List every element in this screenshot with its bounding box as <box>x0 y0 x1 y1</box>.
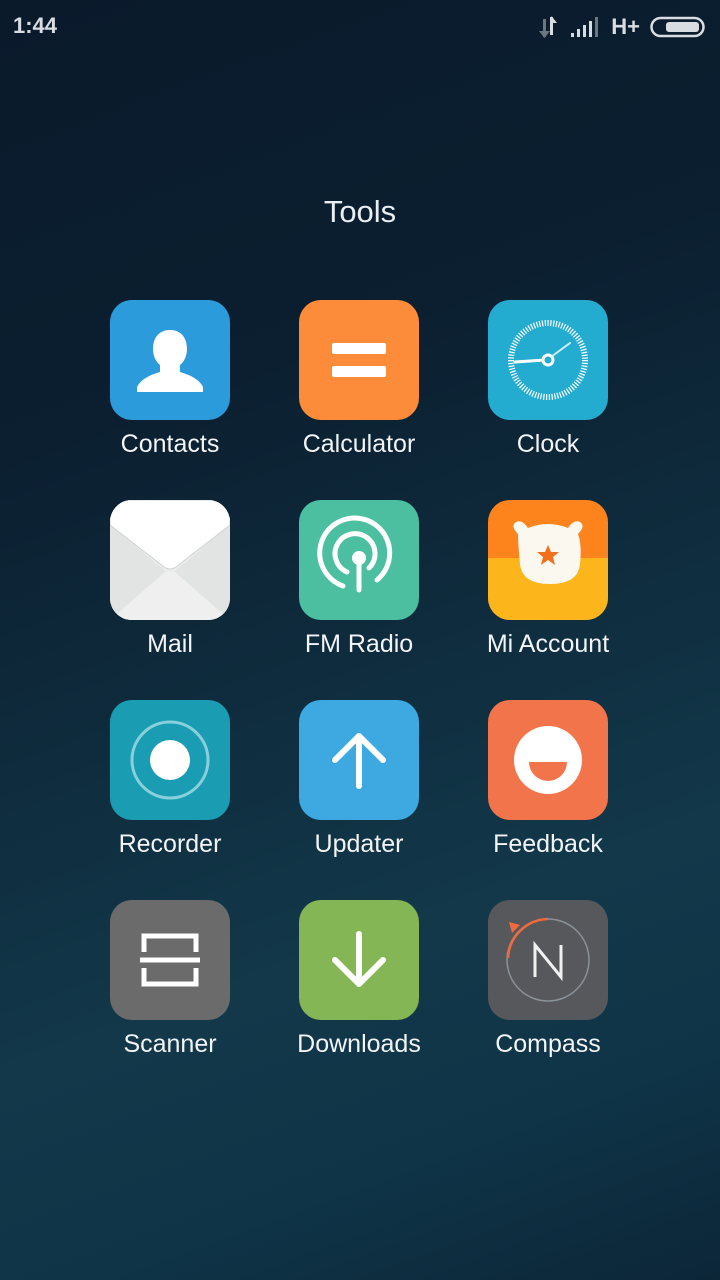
contacts-icon <box>110 300 230 420</box>
app-label: Downloads <box>297 1030 421 1058</box>
app-label: Scanner <box>123 1030 217 1058</box>
app-updater[interactable]: Updater <box>269 700 449 859</box>
battery-icon <box>650 16 705 38</box>
app-label: Mi Account <box>486 630 610 658</box>
app-calculator[interactable]: Calculator <box>269 300 449 459</box>
app-recorder[interactable]: Recorder <box>80 700 260 859</box>
recorder-icon <box>110 700 230 820</box>
app-downloads[interactable]: Downloads <box>269 900 449 1059</box>
app-label: FM Radio <box>304 630 414 658</box>
app-label: Contacts <box>120 430 220 458</box>
status-icons: H+ <box>537 14 706 40</box>
calculator-icon <box>299 300 419 420</box>
app-scanner[interactable]: Scanner <box>80 900 260 1059</box>
app-mail[interactable]: Mail <box>80 500 260 659</box>
status-time: 1:44 <box>13 13 58 38</box>
network-type: H+ <box>611 14 640 39</box>
data-transfer-icon <box>539 16 558 38</box>
app-compass[interactable]: Compass <box>458 900 638 1059</box>
app-label: Feedback <box>493 830 603 858</box>
signal-strength-icon <box>571 17 599 37</box>
clock-icon <box>488 300 608 420</box>
updater-icon <box>299 700 419 820</box>
status-bar: 1:44 H+ <box>0 0 720 52</box>
app-label: Updater <box>314 830 404 858</box>
mi-account-icon <box>488 500 608 620</box>
downloads-icon <box>299 900 419 1020</box>
mail-icon <box>110 500 230 620</box>
compass-icon <box>488 900 608 1020</box>
app-label: Recorder <box>118 830 222 858</box>
radio-icon <box>299 500 419 620</box>
feedback-icon <box>488 700 608 820</box>
app-fm-radio[interactable]: FM Radio <box>269 500 449 659</box>
app-label: Clock <box>516 430 580 458</box>
app-label: Compass <box>495 1030 601 1058</box>
app-label: Calculator <box>302 430 416 458</box>
folder-title: Tools <box>323 194 397 229</box>
app-contacts[interactable]: Contacts <box>80 300 260 459</box>
app-feedback[interactable]: Feedback <box>458 700 638 859</box>
app-clock[interactable]: Clock <box>458 300 638 459</box>
app-label: Mail <box>147 630 193 658</box>
scanner-icon <box>110 900 230 1020</box>
app-mi-account[interactable]: Mi Account <box>458 500 638 659</box>
